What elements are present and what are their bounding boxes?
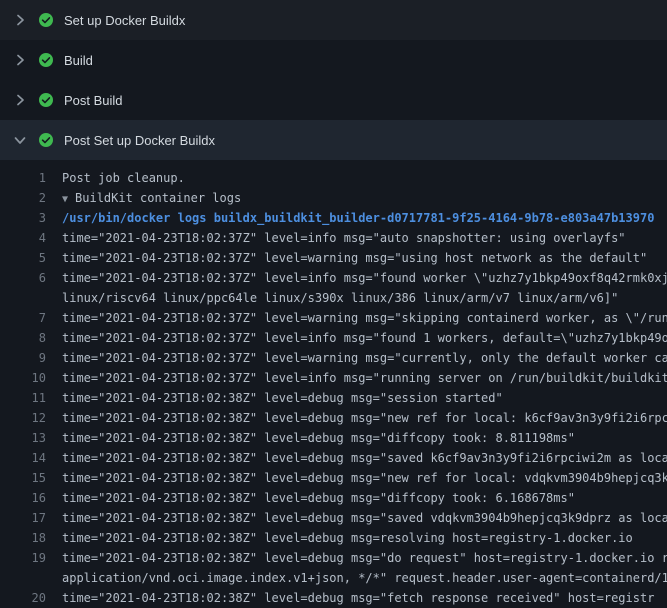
log-line: 4 time="2021-04-23T18:02:37Z" level=info… xyxy=(0,228,667,248)
log-line: 19 time="2021-04-23T18:02:38Z" level=deb… xyxy=(0,548,667,568)
log-line: 5 time="2021-04-23T18:02:37Z" level=warn… xyxy=(0,248,667,268)
log-text: application/vnd.oci.image.index.v1+json,… xyxy=(62,568,667,588)
chevron-right-icon xyxy=(12,12,28,28)
step-label: Post Set up Docker Buildx xyxy=(64,133,215,148)
log-line: application/vnd.oci.image.index.v1+json,… xyxy=(0,568,667,588)
log-line: 16 time="2021-04-23T18:02:38Z" level=deb… xyxy=(0,488,667,508)
log-line: 9 time="2021-04-23T18:02:37Z" level=warn… xyxy=(0,348,667,368)
log-text: time="2021-04-23T18:02:38Z" level=debug … xyxy=(62,508,667,528)
log-text: time="2021-04-23T18:02:37Z" level=info m… xyxy=(62,328,667,348)
step-header-post-build[interactable]: Post Build xyxy=(0,80,667,120)
log-line: 18 time="2021-04-23T18:02:38Z" level=deb… xyxy=(0,528,667,548)
log-container: 1 Post job cleanup. 2 ▼ BuildKit containe… xyxy=(0,160,667,608)
step-label: Build xyxy=(64,53,93,68)
line-number[interactable]: 12 xyxy=(0,408,46,428)
line-number[interactable]: 3 xyxy=(0,208,46,228)
line-number[interactable]: 6 xyxy=(0,268,46,288)
line-number[interactable]: 8 xyxy=(0,328,46,348)
log-text: time="2021-04-23T18:02:37Z" level=warnin… xyxy=(62,308,667,328)
actions-log-viewer: Set up Docker Buildx Build Post Buil xyxy=(0,0,667,600)
log-line: 20 time="2021-04-23T18:02:38Z" level=deb… xyxy=(0,588,667,608)
check-circle-icon xyxy=(38,52,54,68)
log-text: time="2021-04-23T18:02:37Z" level=warnin… xyxy=(62,248,647,268)
log-text: time="2021-04-23T18:02:38Z" level=debug … xyxy=(62,588,654,608)
log-text: time="2021-04-23T18:02:38Z" level=debug … xyxy=(62,488,575,508)
log-line: 10 time="2021-04-23T18:02:37Z" level=inf… xyxy=(0,368,667,388)
step-header-set-up-docker-buildx[interactable]: Set up Docker Buildx xyxy=(0,0,667,40)
line-number[interactable]: 15 xyxy=(0,468,46,488)
log-line: 8 time="2021-04-23T18:02:37Z" level=info… xyxy=(0,328,667,348)
log-text: linux/riscv64 linux/ppc64le linux/s390x … xyxy=(62,288,618,308)
line-number[interactable]: 10 xyxy=(0,368,46,388)
log-line: 6 time="2021-04-23T18:02:37Z" level=info… xyxy=(0,268,667,288)
log-line: 13 time="2021-04-23T18:02:38Z" level=deb… xyxy=(0,428,667,448)
log-text: time="2021-04-23T18:02:37Z" level=warnin… xyxy=(62,348,667,368)
line-number[interactable]: 2 xyxy=(0,188,46,208)
log-line: 15 time="2021-04-23T18:02:38Z" level=deb… xyxy=(0,468,667,488)
log-text: ▼ BuildKit container logs xyxy=(62,188,241,208)
line-number[interactable]: 9 xyxy=(0,348,46,368)
log-line: 12 time="2021-04-23T18:02:38Z" level=deb… xyxy=(0,408,667,428)
command-log-text: /usr/bin/docker logs buildx_buildkit_bui… xyxy=(62,208,654,228)
check-circle-icon xyxy=(38,12,54,28)
chevron-right-icon xyxy=(12,52,28,68)
line-number[interactable]: 13 xyxy=(0,428,46,448)
log-line: 2 ▼ BuildKit container logs xyxy=(0,188,667,208)
log-text: time="2021-04-23T18:02:38Z" level=debug … xyxy=(62,388,503,408)
log-text: time="2021-04-23T18:02:38Z" level=debug … xyxy=(62,448,667,468)
line-number[interactable]: 4 xyxy=(0,228,46,248)
log-text: time="2021-04-23T18:02:38Z" level=debug … xyxy=(62,428,575,448)
log-line: 11 time="2021-04-23T18:02:38Z" level=deb… xyxy=(0,388,667,408)
step-label: Post Build xyxy=(64,93,123,108)
check-circle-icon xyxy=(38,132,54,148)
line-number[interactable]: 5 xyxy=(0,248,46,268)
line-number[interactable]: 17 xyxy=(0,508,46,528)
log-line: 1 Post job cleanup. xyxy=(0,168,667,188)
log-line: 17 time="2021-04-23T18:02:38Z" level=deb… xyxy=(0,508,667,528)
log-line: 3 /usr/bin/docker logs buildx_buildkit_b… xyxy=(0,208,667,228)
log-line: 14 time="2021-04-23T18:02:38Z" level=deb… xyxy=(0,448,667,468)
line-number[interactable]: 19 xyxy=(0,548,46,568)
line-number[interactable]: 20 xyxy=(0,588,46,608)
log-line: 7 time="2021-04-23T18:02:37Z" level=warn… xyxy=(0,308,667,328)
log-text: time="2021-04-23T18:02:37Z" level=info m… xyxy=(62,368,667,388)
line-number[interactable]: 11 xyxy=(0,388,46,408)
log-text: Post job cleanup. xyxy=(62,168,185,188)
chevron-right-icon xyxy=(12,92,28,108)
log-text: time="2021-04-23T18:02:38Z" level=debug … xyxy=(62,528,633,548)
log-text: time="2021-04-23T18:02:37Z" level=info m… xyxy=(62,228,626,248)
line-number[interactable]: 16 xyxy=(0,488,46,508)
log-text: time="2021-04-23T18:02:38Z" level=debug … xyxy=(62,408,667,428)
chevron-down-icon xyxy=(12,132,28,148)
step-label: Set up Docker Buildx xyxy=(64,13,185,28)
group-label: BuildKit container logs xyxy=(75,191,241,205)
line-number xyxy=(0,288,46,308)
line-number[interactable]: 1 xyxy=(0,168,46,188)
log-text: time="2021-04-23T18:02:37Z" level=info m… xyxy=(62,268,667,288)
step-header-post-set-up-docker-buildx[interactable]: Post Set up Docker Buildx xyxy=(0,120,667,160)
line-number[interactable]: 14 xyxy=(0,448,46,468)
step-list: Set up Docker Buildx Build Post Buil xyxy=(0,0,667,160)
step-header-build[interactable]: Build xyxy=(0,40,667,80)
log-line: linux/riscv64 linux/ppc64le linux/s390x … xyxy=(0,288,667,308)
log-text: time="2021-04-23T18:02:38Z" level=debug … xyxy=(62,468,667,488)
line-number[interactable]: 7 xyxy=(0,308,46,328)
line-number xyxy=(0,568,46,588)
line-number[interactable]: 18 xyxy=(0,528,46,548)
log-text: time="2021-04-23T18:02:38Z" level=debug … xyxy=(62,548,667,568)
triangle-down-icon[interactable]: ▼ xyxy=(62,190,68,210)
check-circle-icon xyxy=(38,92,54,108)
